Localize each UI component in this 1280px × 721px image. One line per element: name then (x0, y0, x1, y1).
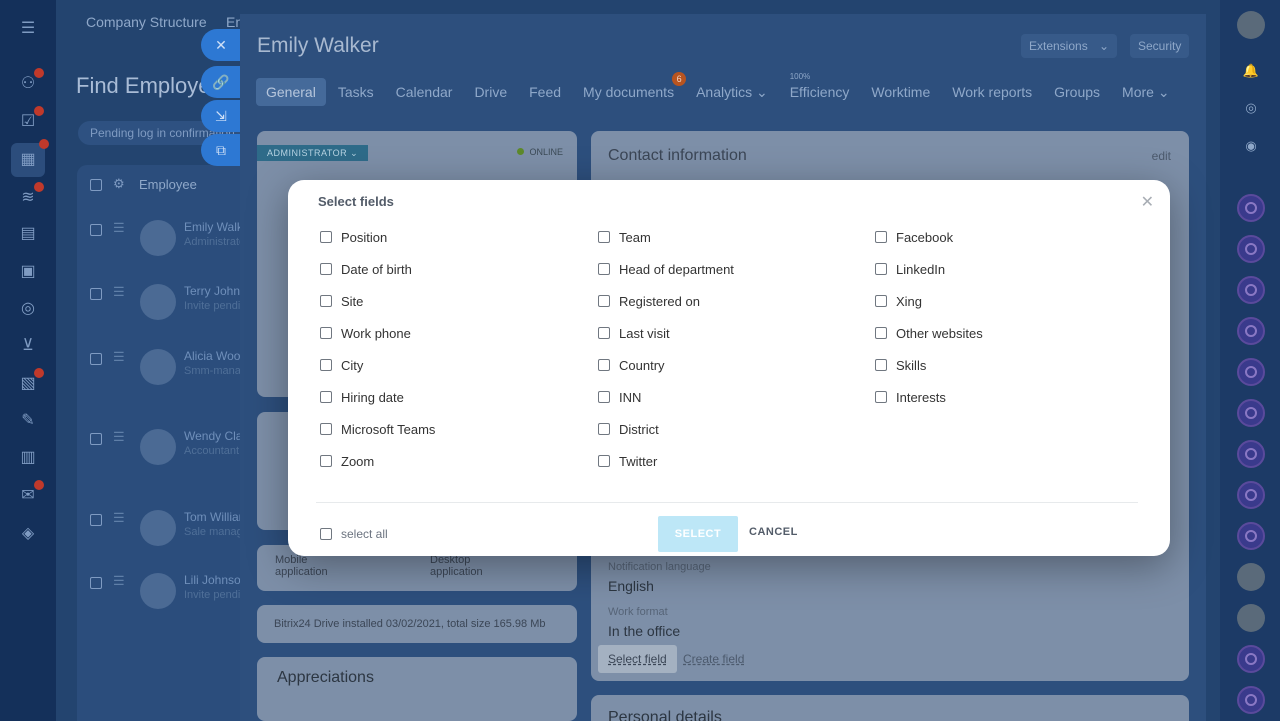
field-option-inn[interactable]: INN (598, 387, 641, 407)
field-option-date-of-birth[interactable]: Date of birth (320, 259, 412, 279)
field-option-hiring-date[interactable]: Hiring date (320, 387, 404, 407)
field-label: Head of department (619, 261, 734, 277)
field-checkbox[interactable] (320, 231, 332, 243)
field-checkbox[interactable] (598, 359, 610, 371)
field-label: Team (619, 229, 651, 245)
field-option-site[interactable]: Site (320, 291, 363, 311)
field-label: Country (619, 357, 665, 373)
field-label: Last visit (619, 325, 670, 341)
field-checkbox[interactable] (875, 263, 887, 275)
field-option-facebook[interactable]: Facebook (875, 227, 953, 247)
field-checkbox[interactable] (320, 295, 332, 307)
field-checkbox[interactable] (598, 455, 610, 467)
field-label: Hiring date (341, 389, 404, 405)
field-checkbox[interactable] (875, 391, 887, 403)
select-fields-dialog: Select fields ✕ Position Date of birth Sit… (288, 180, 1170, 556)
field-option-position[interactable]: Position (320, 227, 387, 247)
field-checkbox[interactable] (320, 327, 332, 339)
field-option-city[interactable]: City (320, 355, 363, 375)
field-option-head-of-department[interactable]: Head of department (598, 259, 734, 279)
field-option-twitter[interactable]: Twitter (598, 451, 657, 471)
field-label: Microsoft Teams (341, 421, 436, 437)
field-label: Position (341, 229, 388, 245)
field-label: Registered on (619, 293, 700, 309)
field-option-zoom[interactable]: Zoom (320, 451, 374, 471)
close-icon[interactable]: ✕ (1141, 192, 1154, 212)
field-checkbox[interactable] (320, 423, 332, 435)
cancel-button[interactable]: CANCEL (749, 526, 798, 538)
field-checkbox[interactable] (598, 231, 610, 243)
field-checkbox[interactable] (320, 263, 332, 275)
field-checkbox[interactable] (598, 295, 610, 307)
field-label: Facebook (896, 229, 954, 245)
field-option-work-phone[interactable]: Work phone (320, 323, 411, 343)
select-all-checkbox[interactable] (320, 528, 332, 540)
field-checkbox[interactable] (875, 295, 887, 307)
field-checkbox[interactable] (875, 327, 887, 339)
field-label: Interests (896, 389, 946, 405)
field-label: Site (341, 293, 364, 309)
field-option-registered-on[interactable]: Registered on (598, 291, 700, 311)
field-label: Twitter (619, 453, 658, 469)
field-label: Skills (896, 357, 927, 373)
field-option-country[interactable]: Country (598, 355, 665, 375)
field-label: Zoom (341, 453, 375, 469)
field-option-xing[interactable]: Xing (875, 291, 922, 311)
field-label: Work phone (341, 325, 411, 341)
field-label: Xing (896, 293, 923, 309)
field-checkbox[interactable] (320, 359, 332, 371)
field-option-team[interactable]: Team (598, 227, 651, 247)
field-checkbox[interactable] (598, 263, 610, 275)
field-option-district[interactable]: District (598, 419, 659, 439)
field-option-linkedin[interactable]: LinkedIn (875, 259, 945, 279)
field-label: District (619, 421, 659, 437)
field-label: City (341, 357, 364, 373)
field-checkbox[interactable] (875, 231, 887, 243)
select-all-label: select all (341, 527, 388, 541)
field-option-skills[interactable]: Skills (875, 355, 926, 375)
field-checkbox[interactable] (320, 391, 332, 403)
dialog-title: Select fields (318, 194, 394, 209)
field-label: Other websites (896, 325, 983, 341)
field-option-other-websites[interactable]: Other websites (875, 323, 983, 343)
field-checkbox[interactable] (875, 359, 887, 371)
field-option-interests[interactable]: Interests (875, 387, 946, 407)
field-label: Date of birth (341, 261, 412, 277)
field-option-microsoft-teams[interactable]: Microsoft Teams (320, 419, 435, 439)
select-all-option[interactable]: select all (320, 524, 388, 544)
select-button[interactable]: SELECT (658, 516, 738, 552)
field-label: INN (619, 389, 642, 405)
field-checkbox[interactable] (320, 455, 332, 467)
field-option-last-visit[interactable]: Last visit (598, 323, 670, 343)
dialog-divider (316, 502, 1138, 503)
field-checkbox[interactable] (598, 391, 610, 403)
field-checkbox[interactable] (598, 423, 610, 435)
field-checkbox[interactable] (598, 327, 610, 339)
field-label: LinkedIn (896, 261, 946, 277)
